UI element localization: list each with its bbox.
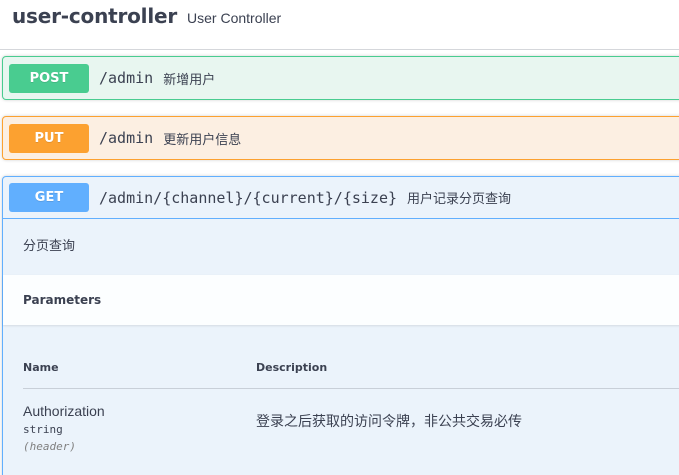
- parameter-row: Authorization string (header) 登录之后获取的访问令…: [23, 389, 679, 453]
- parameters-title: Parameters: [23, 293, 102, 307]
- opblock-put-admin: PUT /admin 更新用户信息: [2, 116, 679, 160]
- parameters-table-header: Name Description: [23, 347, 679, 389]
- operation-summary: 更新用户信息: [163, 131, 242, 147]
- tag-title: user-controller: [12, 4, 178, 28]
- tag-description: User Controller: [187, 10, 282, 26]
- parameters-table: Name Description Authorization string (h…: [23, 347, 679, 453]
- opblock-summary-post[interactable]: POST /admin 新增用户: [3, 57, 679, 99]
- opblock-summary-get[interactable]: GET /admin/{channel}/{current}/{size} 用户…: [3, 177, 679, 219]
- column-header-description: Description: [256, 361, 328, 374]
- operation-path: /admin: [99, 69, 154, 87]
- parameter-type: string: [23, 423, 63, 436]
- operation-path: /admin/{channel}/{current}/{size}: [99, 188, 398, 207]
- parameter-location: (header): [23, 440, 76, 453]
- parameter-name: Authorization: [23, 403, 105, 419]
- opblock-summary-put[interactable]: PUT /admin 更新用户信息: [3, 117, 679, 159]
- column-header-name: Name: [23, 361, 59, 374]
- operation-summary: 新增用户: [163, 71, 216, 87]
- opblock-get-admin-paged: GET /admin/{channel}/{current}/{size} 用户…: [2, 176, 679, 475]
- tag-section-header[interactable]: user-controller User Controller: [0, 0, 679, 50]
- parameter-description: 登录之后获取的访问令牌，非公共交易必传: [256, 413, 522, 429]
- method-badge-put: PUT: [9, 123, 89, 153]
- method-badge-get: GET: [9, 183, 89, 212]
- parameters-header: Parameters: [3, 275, 679, 325]
- operation-description: 分页查询: [23, 238, 76, 253]
- opblock-post-admin: POST /admin 新增用户: [2, 56, 679, 100]
- parameter-name-cell: Authorization string (header): [23, 403, 256, 453]
- operation-summary: 用户记录分页查询: [407, 191, 512, 206]
- operation-path: /admin: [99, 129, 154, 147]
- method-badge-post: POST: [9, 63, 89, 93]
